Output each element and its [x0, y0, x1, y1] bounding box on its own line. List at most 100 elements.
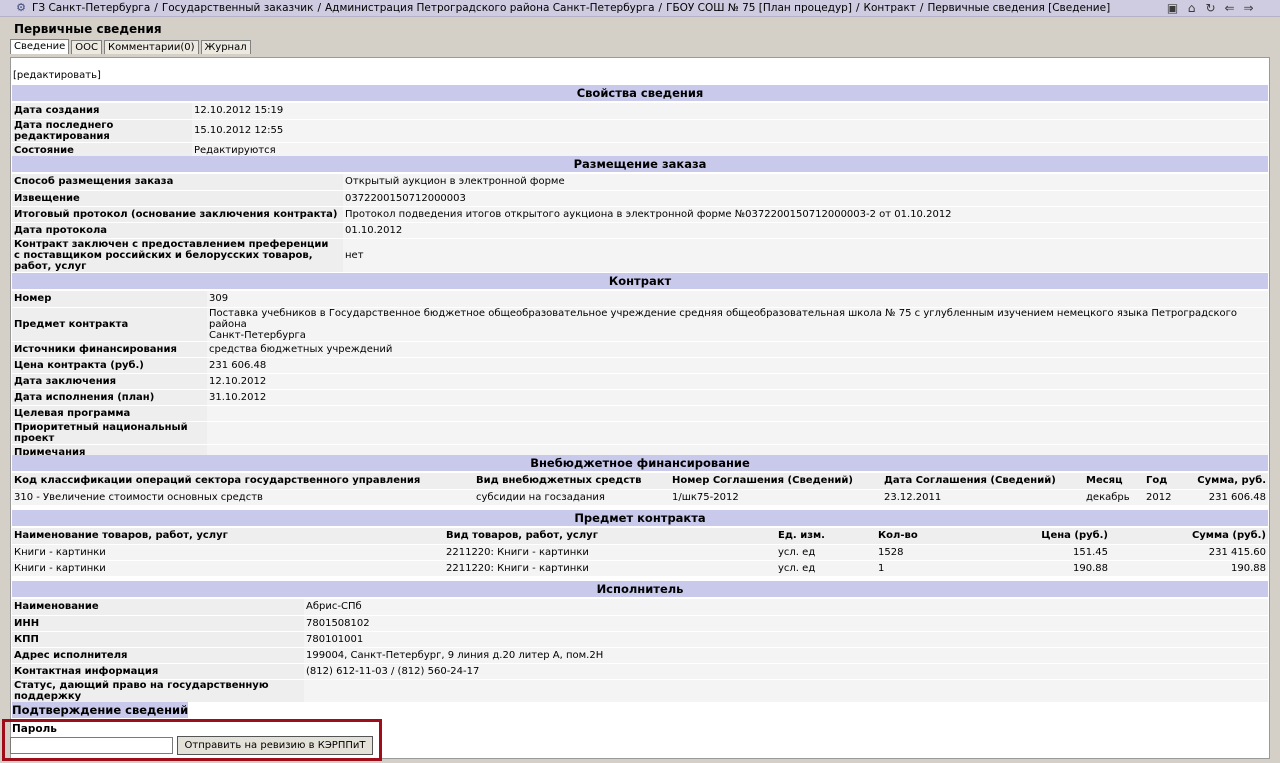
col-header: Месяц [1084, 473, 1144, 490]
row-label: Источники финансирования [12, 341, 207, 358]
send-to-review-button[interactable]: Отправить на ревизию в КЭРППиТ [177, 736, 373, 755]
col-header: Дата Соглашения (Сведений) [882, 473, 1084, 490]
row-value: средства бюджетных учреждений [207, 341, 1268, 358]
scrollbar[interactable] [1272, 17, 1280, 763]
row-label: ИНН [12, 615, 304, 632]
row-label: Целевая программа [12, 405, 207, 422]
row-label-line: Контракт заключен с предоставлением преф… [14, 238, 329, 250]
table-cell: усл. ед [776, 560, 876, 577]
table-cell: 151.45 [965, 544, 1110, 561]
row-label: Итоговый протокол (основание заключения … [12, 206, 343, 223]
row-value: 7801508102 [304, 615, 1268, 632]
section-title: Контракт [12, 273, 1268, 289]
table-cell: субсидии на госзадания [474, 489, 670, 506]
row-value: Поставка учебников в Государственное бюд… [207, 307, 1268, 342]
tab-comments[interactable]: Комментарии(0) [104, 40, 199, 54]
row-label: Контракт заключен с предоставлением преф… [12, 238, 343, 273]
section-title: Предмет контракта [12, 510, 1268, 526]
row-label: Цена контракта (руб.) [12, 357, 207, 374]
row-label-line: с поставщиком российских и белорусских т… [14, 249, 313, 272]
refresh-icon[interactable]: ↻ [1203, 1, 1218, 16]
password-label: Пароль [12, 723, 57, 735]
table-cell: 310 - Увеличение стоимости основных сред… [12, 489, 474, 506]
table-cell: Книги - картинки [12, 544, 444, 561]
row-label: Извещение [12, 190, 343, 207]
table-row: Книги - картинки 2211220: Книги - картин… [12, 544, 1268, 561]
row-value [304, 679, 1268, 703]
home-icon[interactable]: ⌂ [1184, 1, 1199, 16]
row-label: Приоритетный национальный проект [12, 421, 207, 445]
section-title: Размещение заказа [12, 156, 1268, 172]
table-cell: Книги - картинки [12, 560, 444, 577]
row-value: 12.10.2012 [207, 373, 1268, 390]
edit-link[interactable]: [редактировать] [13, 70, 101, 81]
row-value: Открытый аукцион в электронной форме [343, 174, 1268, 191]
row-label: Дата исполнения (план) [12, 389, 207, 406]
breadcrumb-item-contract[interactable]: Контракт [863, 2, 915, 14]
row-label: Дата протокола [12, 222, 343, 239]
row-label: Дата создания [12, 103, 192, 120]
row-label: Дата последнего редактирования [12, 119, 192, 143]
col-header: Вид товаров, работ, услуг [444, 528, 776, 545]
col-header: Цена (руб.) [965, 528, 1110, 545]
table-cell: декабрь [1084, 489, 1144, 506]
row-value: 15.10.2012 12:55 [192, 119, 1268, 143]
page-title: Первичные сведения [14, 22, 162, 36]
table-cell: 190.88 [1110, 560, 1268, 577]
breadcrumb-item-school[interactable]: ГБОУ СОШ № 75 [План процедур] [666, 2, 852, 14]
section-title: Внебюджетное финансирование [12, 455, 1268, 471]
table-row: 310 - Увеличение стоимости основных сред… [12, 489, 1268, 506]
row-value: 199004, Санкт-Петербург, 9 линия д.20 ли… [304, 647, 1268, 664]
row-label: Предмет контракта [12, 307, 207, 342]
table-cell: 190.88 [965, 560, 1110, 577]
col-header: Наименование товаров, работ, услуг [12, 528, 444, 545]
content-panel: [редактировать] Свойства сведения Дата с… [10, 57, 1270, 759]
row-value: Абрис-СПб [304, 599, 1268, 616]
row-value-line: Санкт-Петербурга [209, 329, 306, 341]
back-arrow-icon[interactable]: ⇐ [1222, 1, 1237, 16]
row-value-line: Поставка учебников в Государственное бюд… [209, 307, 1238, 330]
section-contract: Контракт Номер 309 Предмет контракта Поста… [12, 273, 1268, 461]
tab-oos[interactable]: ООС [71, 40, 103, 54]
row-value: Протокол подведения итогов открытого аук… [343, 206, 1268, 223]
section-title: Свойства сведения [12, 85, 1268, 101]
row-value: 309 [207, 291, 1268, 308]
table-row: Книги - картинки 2211220: Книги - картин… [12, 560, 1268, 577]
table-cell: усл. ед [776, 544, 876, 561]
section-subject: Предмет контракта Наименование товаров, … [12, 510, 1268, 577]
tab-bar: Сведение ООС Комментарии(0) Журнал [10, 39, 1280, 54]
row-label: Номер [12, 291, 207, 308]
table-cell: 1 [876, 560, 965, 577]
col-header: Код классификации операций сектора госуд… [12, 473, 474, 490]
col-header: Номер Соглашения (Сведений) [670, 473, 882, 490]
row-label: Наименование [12, 599, 304, 616]
row-value: нет [343, 238, 1268, 273]
col-header: Сумма, руб. [1184, 473, 1268, 490]
tree-icon: ⚙ [16, 1, 26, 14]
col-header: Ед. изм. [776, 528, 876, 545]
forward-arrow-icon[interactable]: ⇒ [1241, 1, 1256, 16]
breadcrumb-item-admin[interactable]: Администрация Петроградского района Санк… [325, 2, 655, 14]
row-label: Контактная информация [12, 663, 304, 680]
tab-svedenie[interactable]: Сведение [10, 39, 70, 54]
row-value [207, 405, 1268, 422]
tab-journal[interactable]: Журнал [200, 40, 251, 54]
table-cell: 1528 [876, 544, 965, 561]
password-input[interactable] [10, 737, 173, 754]
row-label: Адрес исполнителя [12, 647, 304, 664]
table-cell: 23.12.2011 [882, 489, 1084, 506]
section-executor: Исполнитель Наименование Абрис-СПб ИНН 780… [12, 581, 1268, 703]
table-cell: 2211220: Книги - картинки [444, 544, 776, 561]
folder-icon[interactable]: ▣ [1165, 1, 1180, 16]
confirm-box: Пароль Отправить на ревизию в КЭРППиТ [2, 719, 382, 761]
row-label: Дата заключения [12, 373, 207, 390]
section-props: Свойства сведения Дата создания 12.10.201… [12, 85, 1268, 159]
table-cell: 2211220: Книги - картинки [444, 560, 776, 577]
row-value: 12.10.2012 15:19 [192, 103, 1268, 120]
col-header: Кол-во [876, 528, 965, 545]
breadcrumb-item-customer[interactable]: Государственный заказчик [162, 2, 314, 14]
row-label: КПП [12, 631, 304, 648]
breadcrumb-item-gz[interactable]: ГЗ Санкт-Петербурга [32, 2, 150, 14]
breadcrumb: ГЗ Санкт-Петербурга / Государственный зак… [32, 2, 1111, 14]
col-header: Сумма (руб.) [1110, 528, 1268, 545]
